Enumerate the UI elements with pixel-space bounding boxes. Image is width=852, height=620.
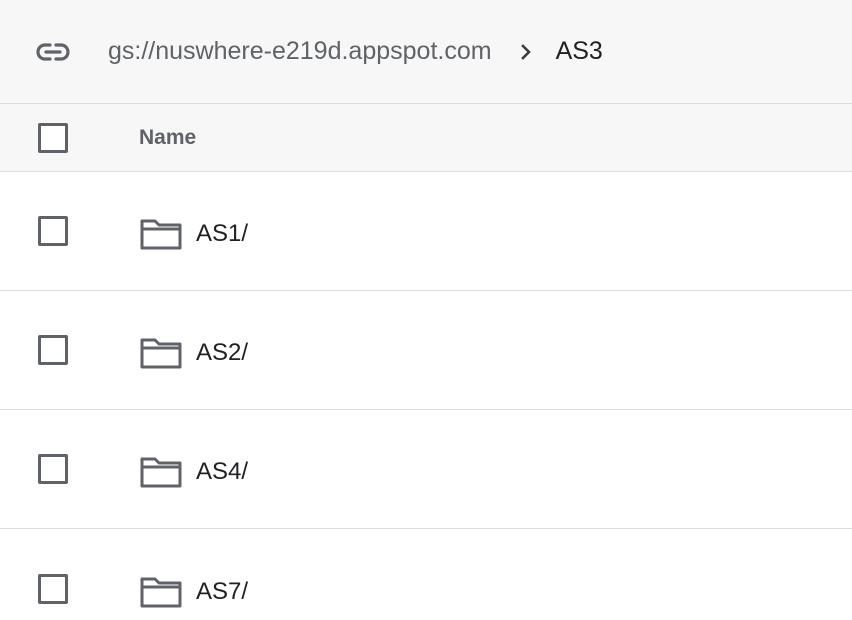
chevron-right-icon — [518, 43, 534, 61]
folder-icon — [139, 574, 183, 610]
folder-icon — [139, 454, 183, 490]
table-row[interactable]: AS7/ — [0, 529, 852, 620]
row-checkbox-cell — [0, 335, 139, 365]
folder-name-link[interactable]: AS2/ — [196, 339, 248, 367]
name-cell: AS7/ — [139, 574, 248, 610]
breadcrumb-root-link[interactable]: gs://nuswhere-e219d.appspot.com — [108, 37, 492, 66]
row-checkbox[interactable] — [38, 216, 68, 246]
name-cell: AS1/ — [139, 216, 248, 252]
table-row[interactable]: AS4/ — [0, 410, 852, 529]
row-checkbox-cell — [0, 216, 139, 246]
select-all-checkbox[interactable] — [38, 122, 68, 153]
table-header: Name — [0, 104, 852, 172]
storage-browser: gs://nuswhere-e219d.appspot.com AS3 Name… — [0, 0, 852, 620]
row-checkbox-cell — [0, 573, 139, 604]
folder-name-link[interactable]: AS4/ — [196, 458, 248, 486]
column-header-name[interactable]: Name — [139, 126, 196, 150]
select-all-cell — [0, 122, 139, 153]
folder-name-link[interactable]: AS1/ — [196, 220, 248, 248]
folder-icon — [139, 216, 183, 252]
folder-icon — [139, 335, 183, 371]
breadcrumb: gs://nuswhere-e219d.appspot.com AS3 — [0, 0, 852, 104]
name-cell: AS4/ — [139, 454, 248, 490]
table-row[interactable]: AS2/ — [0, 291, 852, 410]
link-icon[interactable] — [32, 39, 74, 65]
table-row[interactable]: AS1/ — [0, 172, 852, 291]
breadcrumb-current: AS3 — [555, 37, 603, 65]
row-checkbox[interactable] — [38, 335, 68, 365]
folder-name-link[interactable]: AS7/ — [196, 578, 248, 606]
name-cell: AS2/ — [139, 335, 248, 371]
row-checkbox[interactable] — [38, 454, 68, 484]
row-checkbox-cell — [0, 454, 139, 484]
row-checkbox[interactable] — [38, 573, 68, 604]
